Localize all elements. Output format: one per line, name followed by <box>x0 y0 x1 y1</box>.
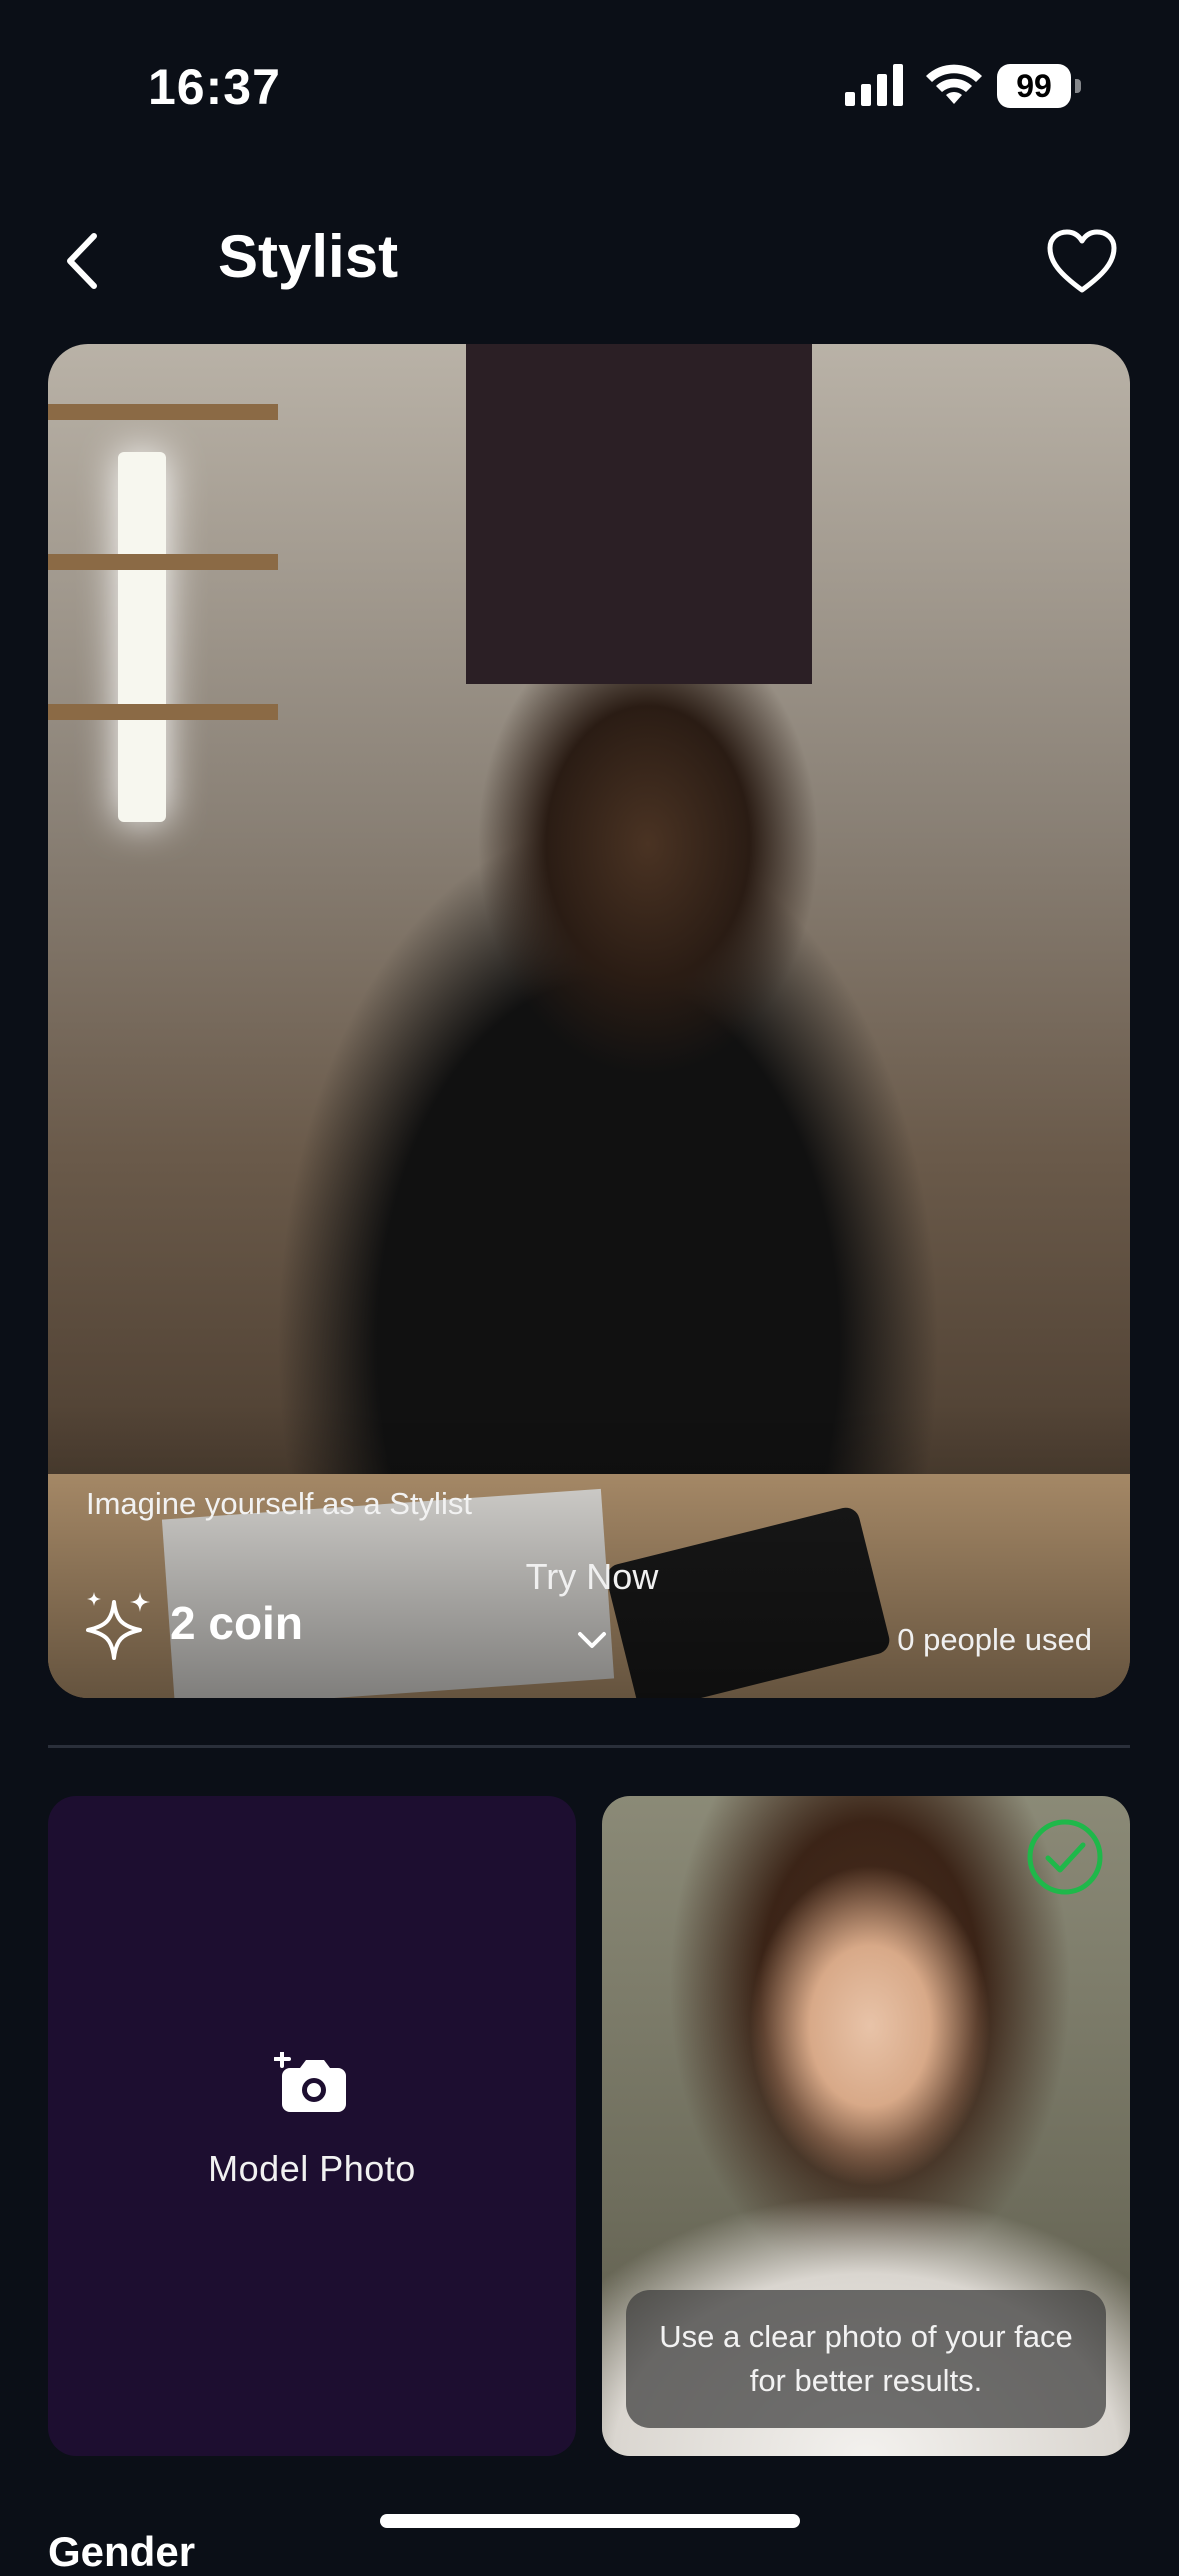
battery-level: 99 <box>997 64 1071 108</box>
nav-bar: Stylist <box>0 200 1179 320</box>
model-photo-upload-button[interactable]: Model Photo <box>48 1796 576 2456</box>
heart-outline-icon[interactable] <box>1046 228 1118 296</box>
home-indicator[interactable] <box>380 2514 800 2528</box>
try-now-button[interactable]: Try Now <box>522 1556 662 1598</box>
model-photo-label: Model Photo <box>208 2148 416 2189</box>
hero-style-card[interactable]: Imagine yourself as a Stylist 2 coin Try… <box>48 344 1130 1698</box>
status-bar: 16:37 99 <box>0 0 1179 170</box>
battery-icon: 99 <box>997 64 1081 108</box>
chevron-down-icon[interactable] <box>574 1628 610 1652</box>
sample-face-photo[interactable]: Use a clear photo of your face for bette… <box>602 1796 1130 2456</box>
add-camera-icon <box>274 2052 346 2112</box>
people-used-count: 0 people used <box>897 1622 1092 1657</box>
cellular-signal-icon <box>845 64 903 106</box>
photo-tip: Use a clear photo of your face for bette… <box>626 2290 1106 2428</box>
wifi-icon <box>926 64 982 104</box>
status-time: 16:37 <box>148 59 281 115</box>
hero-caption: Imagine yourself as a Stylist <box>86 1486 472 1521</box>
chevron-left-icon[interactable] <box>50 226 120 296</box>
coin-cost: 2 coin <box>170 1597 303 1649</box>
gender-section-label: Gender <box>48 2528 196 2575</box>
sparkles-icon <box>86 1592 150 1660</box>
page-title: Stylist <box>218 223 399 290</box>
check-circle-icon <box>1027 1819 1103 1895</box>
divider <box>48 1745 1130 1748</box>
